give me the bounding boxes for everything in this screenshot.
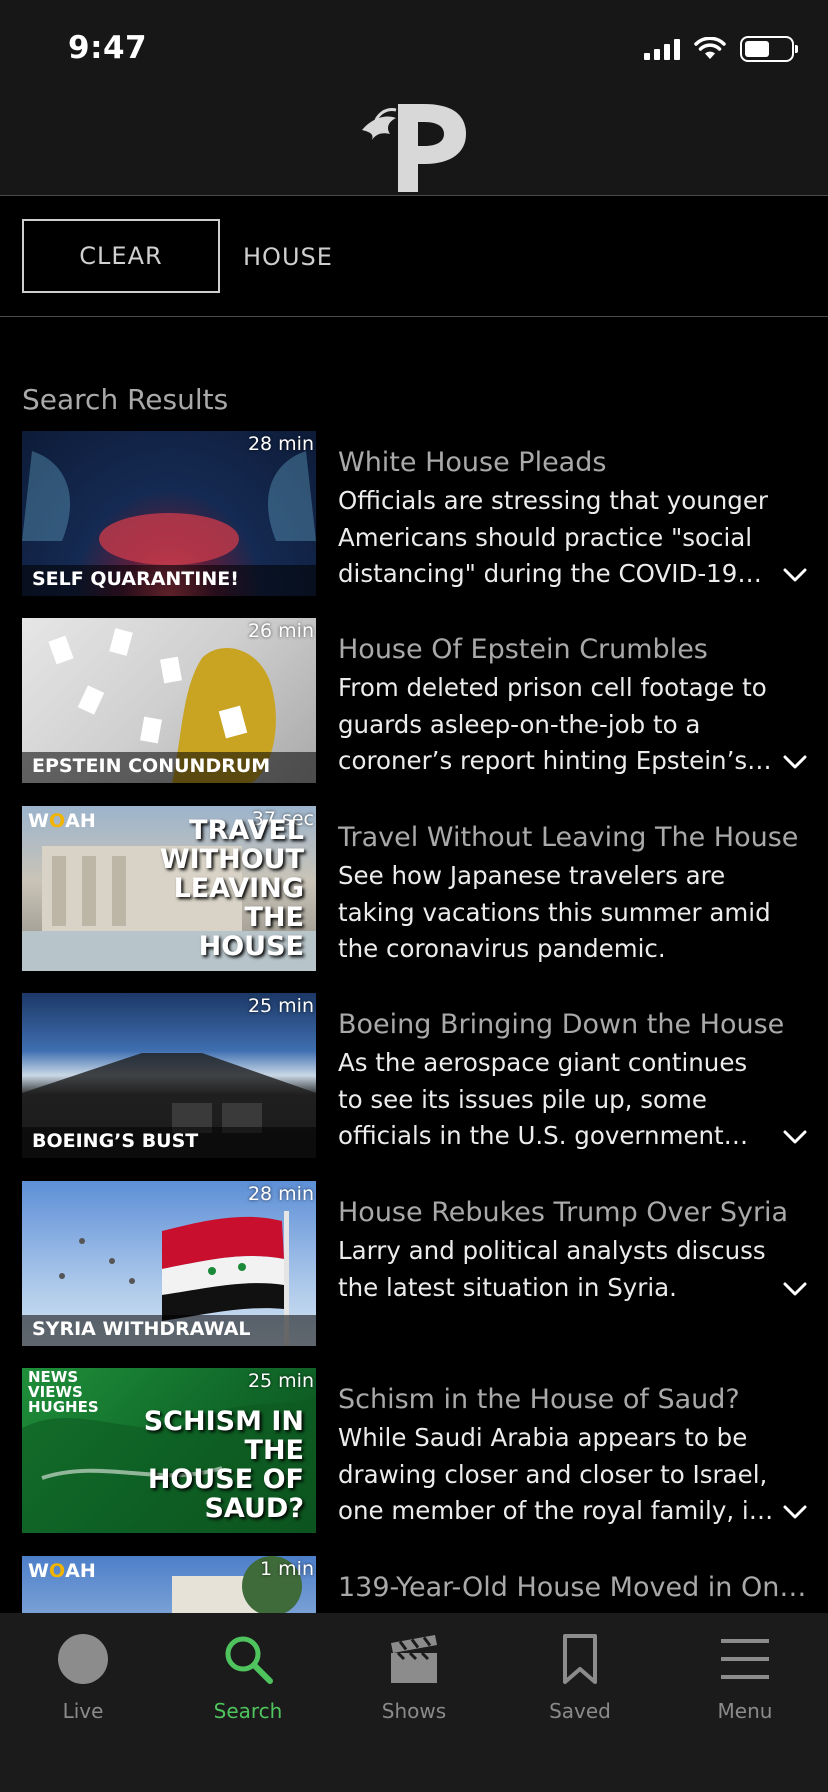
- thumbnail-caption: TRAVEL WITHOUT LEAVING THE HOUSE: [159, 815, 304, 962]
- tab-shows[interactable]: Shows: [331, 1613, 497, 1733]
- result-row[interactable]: WOAH 37 sec TRAVEL WITHOUT LEAVING THE H…: [0, 806, 828, 972]
- clapperboard-icon: [386, 1631, 442, 1687]
- result-row[interactable]: 28 min SYRIA WITHDRAWAL House Rebukes Tr…: [0, 1181, 828, 1347]
- thumbnail-caption: BOEING’S BUST: [22, 1127, 316, 1158]
- thumbnail-caption: SCHISM IN THE HOUSE OF SAUD?: [143, 1406, 304, 1524]
- duration-badge: 25 min: [247, 1370, 314, 1392]
- status-time: 9:47: [68, 30, 148, 66]
- duration-badge: 28 min: [247, 433, 314, 455]
- hamburger-menu-icon: [717, 1631, 773, 1687]
- tab-bar: Live Search Shows Saved Menu: [0, 1613, 828, 1792]
- chevron-down-icon[interactable]: [782, 754, 808, 770]
- result-description: Officials are stressing that younger Ame…: [338, 486, 768, 588]
- result-row[interactable]: WOAH 1 min 139-Year-Old House Moved in O…: [0, 1556, 828, 1613]
- duration-badge: 28 min: [247, 1183, 314, 1205]
- result-thumbnail[interactable]: 28 min SELF QUARANTINE!: [22, 431, 316, 596]
- result-title[interactable]: House Rebukes Trump Over Syria: [338, 1197, 808, 1228]
- result-row[interactable]: 28 min SELF QUARANTINE! White House Plea…: [0, 431, 828, 597]
- result-title[interactable]: Schism in the House of Saud?: [338, 1384, 808, 1415]
- tab-label: Menu: [717, 1699, 773, 1723]
- result-row[interactable]: 25 min BOEING’S BUST Boeing Bringing Dow…: [0, 993, 828, 1159]
- live-circle-icon: [55, 1631, 111, 1687]
- bookmark-icon: [552, 1631, 608, 1687]
- thumbnail-caption: SELF QUARANTINE!: [22, 565, 316, 596]
- wifi-icon: [694, 37, 726, 59]
- tab-menu[interactable]: Menu: [662, 1613, 828, 1733]
- result-description: Larry and political analysts discuss the…: [338, 1236, 766, 1302]
- cellular-signal-icon: [644, 38, 680, 60]
- results-list: 28 min SELF QUARANTINE! White House Plea…: [0, 431, 828, 1613]
- clear-button[interactable]: CLEAR: [22, 219, 220, 293]
- result-title[interactable]: White House Pleads: [338, 447, 808, 478]
- brand-logo: WOAH: [28, 810, 96, 832]
- tab-saved[interactable]: Saved: [497, 1613, 663, 1733]
- chevron-down-icon[interactable]: [782, 1129, 808, 1145]
- result-thumbnail[interactable]: NEWS VIEWS HUGHES 25 min SCHISM IN THE HOU…: [22, 1368, 316, 1533]
- chevron-down-icon[interactable]: [782, 567, 808, 583]
- search-icon: [220, 1631, 276, 1687]
- result-thumbnail[interactable]: 28 min SYRIA WITHDRAWAL: [22, 1181, 316, 1346]
- result-row[interactable]: 26 min EPSTEIN CONUNDRUM House Of Epstei…: [0, 618, 828, 784]
- section-title: Search Results: [22, 383, 229, 416]
- tab-search[interactable]: Search: [165, 1613, 331, 1733]
- thumbnail-caption: EPSTEIN CONUNDRUM: [22, 752, 316, 783]
- result-row[interactable]: NEWS VIEWS HUGHES 25 min SCHISM IN THE HOU…: [0, 1368, 828, 1534]
- result-title[interactable]: House Of Epstein Crumbles: [338, 634, 808, 665]
- battery-icon: [740, 36, 798, 62]
- app-header: 9:47: [0, 0, 828, 196]
- status-icons: [644, 36, 798, 62]
- result-thumbnail[interactable]: 25 min BOEING’S BUST: [22, 993, 316, 1158]
- tab-label: Saved: [549, 1699, 611, 1723]
- result-thumbnail[interactable]: WOAH 1 min: [22, 1556, 316, 1613]
- result-description: From deleted prison cell footage to guar…: [338, 673, 767, 775]
- result-title[interactable]: Boeing Bringing Down the House: [338, 1009, 808, 1040]
- tab-label: Shows: [381, 1699, 447, 1723]
- duration-badge: 25 min: [247, 995, 314, 1017]
- result-thumbnail[interactable]: WOAH 37 sec TRAVEL WITHOUT LEAVING THE H…: [22, 806, 316, 971]
- duration-badge: 1 min: [260, 1558, 314, 1580]
- result-title[interactable]: 139-Year-Old House Moved in One Piece: [338, 1572, 808, 1603]
- search-query[interactable]: HOUSE: [243, 243, 333, 271]
- thumbnail-caption: SYRIA WITHDRAWAL: [22, 1315, 316, 1346]
- result-description: See how Japanese travelers are taking va…: [338, 861, 771, 963]
- chevron-down-icon[interactable]: [782, 1504, 808, 1520]
- result-title[interactable]: Travel Without Leaving The House: [338, 822, 808, 853]
- result-thumbnail[interactable]: 26 min EPSTEIN CONUNDRUM: [22, 618, 316, 783]
- result-description: As the aerospace giant continues to see …: [338, 1048, 748, 1150]
- brand-logo: NEWS VIEWS HUGHES: [28, 1368, 99, 1416]
- search-bar: CLEAR HOUSE: [0, 197, 828, 317]
- tab-label: Live: [62, 1699, 104, 1723]
- app-logo-icon: [362, 104, 466, 192]
- chevron-down-icon[interactable]: [782, 1281, 808, 1297]
- duration-badge: 26 min: [247, 620, 314, 642]
- tab-label: Search: [213, 1699, 283, 1723]
- result-description: While Saudi Arabia appears to be drawing…: [338, 1423, 768, 1525]
- brand-logo: WOAH: [28, 1560, 96, 1582]
- tab-live[interactable]: Live: [0, 1613, 166, 1733]
